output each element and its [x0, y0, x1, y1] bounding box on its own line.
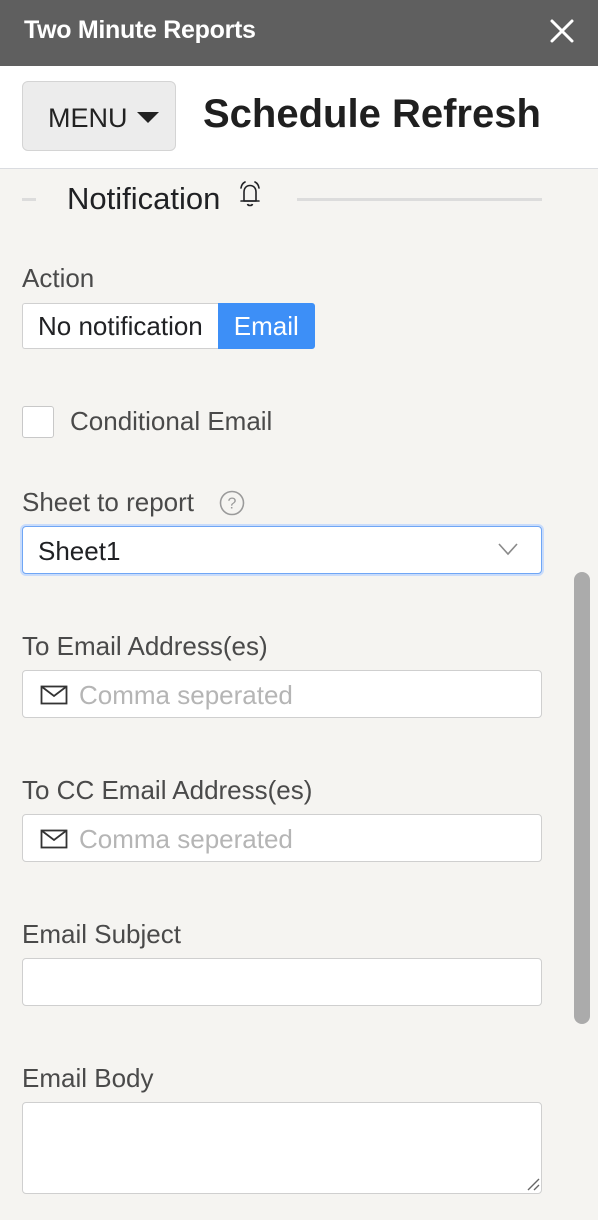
window-title: Two Minute Reports — [24, 16, 256, 44]
caret-down-icon — [137, 112, 159, 123]
email-subject-input[interactable] — [22, 958, 542, 1006]
close-icon[interactable] — [546, 15, 578, 47]
sheet-select[interactable]: Sheet1 — [22, 526, 542, 574]
notification-panel: Notification Action No notification Emai… — [0, 169, 598, 1220]
section-divider — [22, 198, 36, 201]
chevron-down-icon — [497, 541, 519, 557]
resize-handle-icon[interactable] — [526, 1177, 540, 1191]
cc-email-placeholder: Comma seperated — [79, 824, 293, 854]
action-segmented-control: No notification Email — [22, 303, 315, 349]
menu-button[interactable]: MENU — [22, 81, 176, 151]
cc-email-label: To CC Email Address(es) — [22, 775, 313, 805]
to-email-placeholder: Comma seperated — [79, 680, 293, 710]
action-option-no-notification[interactable]: No notification — [22, 303, 218, 349]
scrollbar-thumb[interactable] — [574, 572, 590, 1024]
menu-label: MENU — [48, 103, 128, 133]
mail-icon — [40, 829, 68, 849]
email-body-label: Email Body — [22, 1063, 154, 1093]
email-subject-label: Email Subject — [22, 919, 181, 949]
help-icon-glyph: ? — [228, 496, 237, 513]
cc-email-input[interactable]: Comma seperated — [22, 814, 542, 862]
conditional-email-checkbox[interactable] — [22, 406, 54, 438]
section-title: Notification — [67, 181, 221, 216]
to-email-label: To Email Address(es) — [22, 631, 268, 661]
header: MENU Schedule Refresh — [0, 66, 598, 169]
action-label: Action — [22, 263, 95, 293]
to-email-input[interactable]: Comma seperated — [22, 670, 542, 718]
email-body-textarea[interactable] — [22, 1102, 542, 1194]
sheet-label: Sheet to report — [22, 487, 194, 517]
sheet-select-value: Sheet1 — [38, 536, 121, 566]
section-divider — [297, 198, 542, 201]
help-icon[interactable]: ? — [219, 490, 245, 516]
page-title: Schedule Refresh — [203, 92, 541, 136]
title-bar: Two Minute Reports — [0, 0, 598, 66]
action-option-email[interactable]: Email — [217, 303, 315, 349]
bell-icon — [236, 179, 264, 209]
mail-icon — [40, 685, 68, 705]
conditional-email-label[interactable]: Conditional Email — [70, 406, 272, 437]
